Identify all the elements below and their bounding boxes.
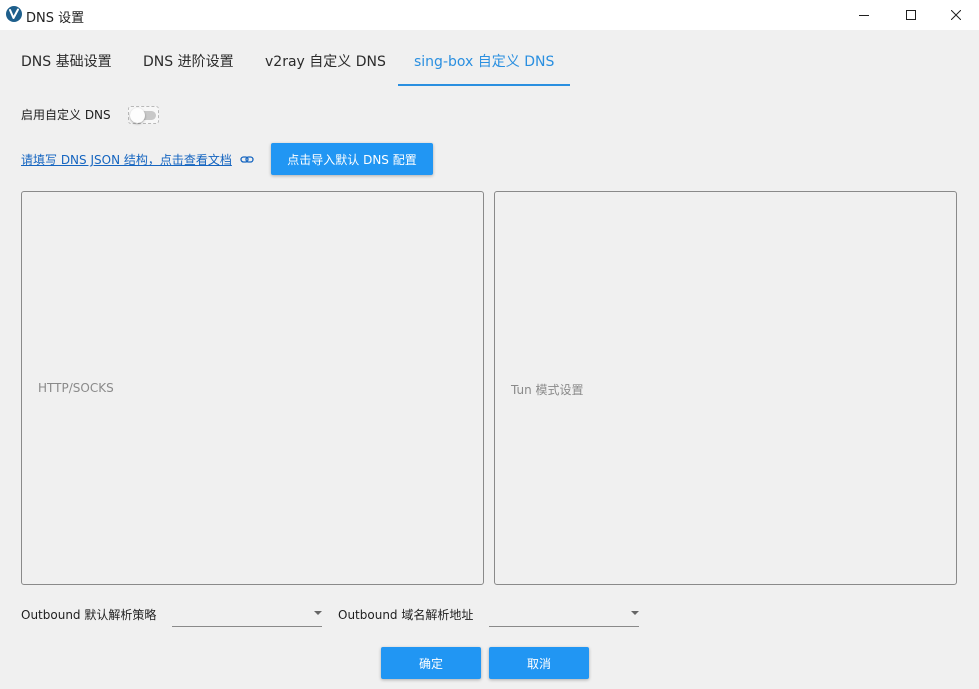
- maximize-icon: [906, 10, 916, 20]
- enable-custom-dns-label: 启用自定义 DNS: [21, 108, 111, 122]
- ok-button[interactable]: 确定: [381, 647, 481, 679]
- toggle-knob: [130, 108, 145, 123]
- v2rayn-logo-icon: [6, 6, 22, 22]
- close-icon: [951, 10, 961, 20]
- link-icon[interactable]: [240, 151, 254, 170]
- chevron-down-icon: [631, 611, 639, 615]
- dns-settings-window: DNS 设置 DNS 基础设置 DNS 进阶设置 v2ray 自定义 DNS s…: [0, 0, 979, 689]
- tun-dns-editor[interactable]: Tun 模式设置: [494, 191, 957, 585]
- outbound-domain-select[interactable]: [489, 604, 639, 627]
- tab-dns-basic[interactable]: DNS 基础设置: [21, 38, 112, 86]
- window-title: DNS 设置: [26, 11, 85, 26]
- dns-json-doc-link[interactable]: 请填写 DNS JSON 结构，点击查看文档: [21, 151, 232, 168]
- http-socks-dns-editor[interactable]: HTTP/SOCKS: [21, 191, 484, 585]
- tab-singbox-custom-dns[interactable]: sing-box 自定义 DNS: [414, 38, 554, 86]
- title-bar: DNS 设置: [0, 0, 979, 30]
- enable-custom-dns-toggle[interactable]: [128, 106, 159, 124]
- import-default-dns-button[interactable]: 点击导入默认 DNS 配置: [271, 143, 433, 175]
- close-button[interactable]: [933, 0, 979, 30]
- cancel-button[interactable]: 取消: [489, 647, 589, 679]
- outbound-strategy-select[interactable]: [172, 604, 322, 627]
- minimize-icon: [859, 10, 869, 20]
- tab-bar: DNS 基础设置 DNS 进阶设置 v2ray 自定义 DNS sing-box…: [0, 38, 979, 88]
- outbound-domain-label: Outbound 域名解析地址: [338, 608, 474, 622]
- http-socks-placeholder: HTTP/SOCKS: [38, 381, 114, 395]
- tab-v2ray-custom-dns[interactable]: v2ray 自定义 DNS: [265, 38, 386, 86]
- active-tab-indicator: [398, 84, 570, 86]
- minimize-button[interactable]: [841, 0, 887, 30]
- tun-placeholder: Tun 模式设置: [511, 383, 584, 397]
- maximize-button[interactable]: [888, 0, 934, 30]
- outbound-strategy-label: Outbound 默认解析策略: [21, 608, 157, 622]
- tab-dns-advanced[interactable]: DNS 进阶设置: [143, 38, 234, 86]
- chevron-down-icon: [314, 611, 322, 615]
